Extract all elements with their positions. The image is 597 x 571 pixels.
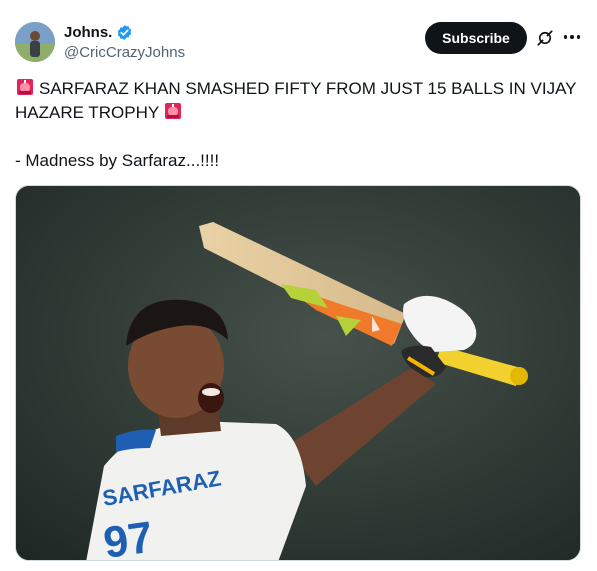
siren-icon: [15, 77, 35, 97]
display-name[interactable]: Johns.: [64, 24, 112, 41]
tweet-text-line-1: SARFARAZ KHAN SMASHED FIFTY FROM JUST 15…: [39, 79, 577, 98]
avatar[interactable]: [15, 22, 55, 62]
handle[interactable]: @CricCrazyJohns: [64, 44, 185, 61]
tweet-text-line-2: HAZARE TROPHY: [15, 103, 160, 122]
grok-icon[interactable]: [536, 29, 554, 47]
siren-icon: [163, 101, 183, 121]
tweet-media-image[interactable]: SARFARAZ 97: [15, 185, 581, 561]
author-info: Johns. @CricCrazyJohns: [64, 22, 185, 62]
jersey-number: 97: [101, 513, 156, 561]
verified-badge-icon: [116, 24, 133, 41]
tweet-card: Johns. @CricCrazyJohns Subscribe SARFARA…: [0, 0, 597, 571]
tweet-line-3: - Madness by Sarfaraz...!!!!: [15, 151, 220, 170]
more-options-icon[interactable]: [562, 28, 582, 46]
subscribe-button[interactable]: Subscribe: [425, 22, 527, 54]
tweet-line-2: HAZARE TROPHY: [15, 101, 575, 125]
tweet-text: SARFARAZ KHAN SMASHED FIFTY FROM JUST 15…: [15, 77, 577, 173]
tweet-line-1: SARFARAZ KHAN SMASHED FIFTY FROM JUST 15…: [15, 77, 577, 101]
